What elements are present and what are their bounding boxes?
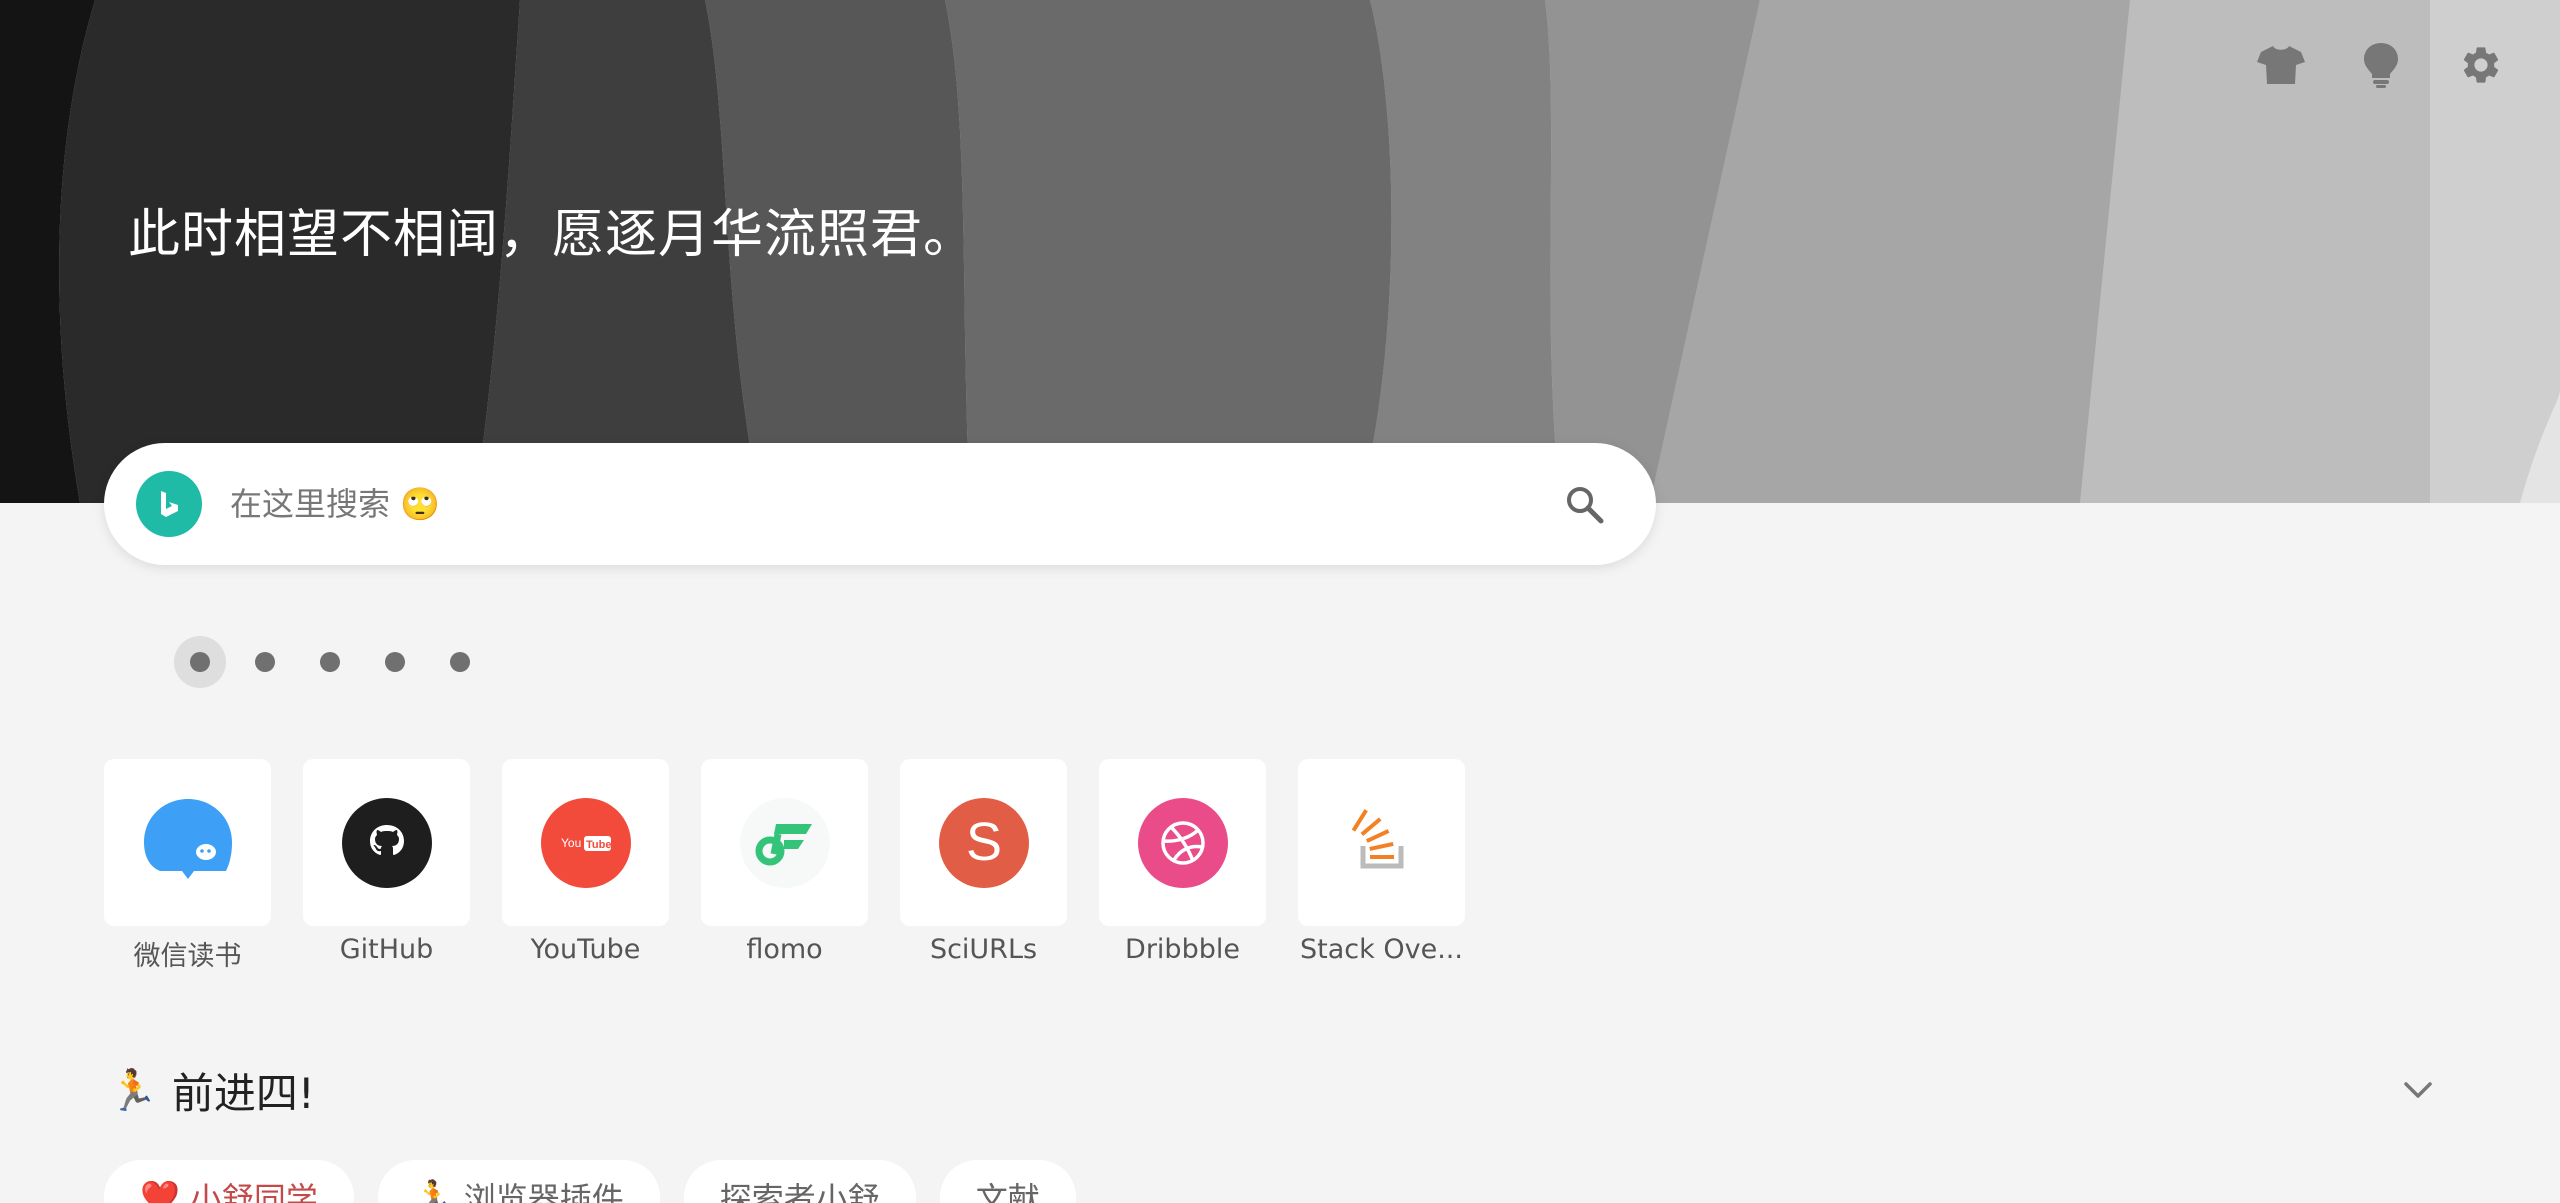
gear-icon[interactable] — [2454, 38, 2508, 92]
lightbulb-icon[interactable] — [2354, 38, 2408, 92]
heart-icon: ❤️ — [140, 1178, 180, 1203]
page-indicator — [174, 636, 486, 688]
banner-quote: 此时相望不相闻，愿逐月华流照君。 — [128, 205, 977, 265]
chip-label: 浏览器插件 — [463, 1180, 624, 1203]
running-emoji: 🏃 — [108, 1067, 158, 1114]
page-dot-2[interactable] — [239, 636, 291, 688]
svg-text:S: S — [965, 812, 1001, 872]
svg-text:Tube: Tube — [586, 839, 611, 851]
github-icon — [341, 797, 432, 888]
shortcut-github[interactable]: GitHub — [303, 759, 470, 973]
page-dot-1[interactable] — [174, 636, 226, 688]
page-dot-3[interactable] — [304, 636, 356, 688]
person-icon: 🏃 — [413, 1178, 454, 1203]
collection-chips: ❤️ 小舒同学 🏃 浏览器插件 探索者小舒 文献 — [104, 1160, 1076, 1203]
weread-icon — [143, 798, 232, 879]
search-bar — [104, 443, 1656, 565]
chip-literature[interactable]: 文献 — [939, 1160, 1076, 1203]
sciurls-icon: S — [938, 797, 1029, 888]
tile-label: SciURLs — [929, 934, 1038, 965]
tile-label: Dribbble — [1125, 934, 1240, 965]
new-tab-page: 此时相望不相闻，愿逐月华流照君。 在这里搜索 🙄 微信读书 GitHub You… — [0, 0, 2560, 1203]
bing-icon[interactable] — [136, 471, 202, 537]
shortcut-weread[interactable]: 微信读书 — [104, 759, 271, 973]
chip-browser-plugin[interactable]: 🏃 浏览器插件 — [377, 1160, 660, 1203]
chip-xiaoshu[interactable]: ❤️ 小舒同学 — [104, 1160, 354, 1203]
search-input[interactable] — [228, 484, 1554, 524]
tile-label: Stack Ove... — [1300, 934, 1463, 965]
page-dot-5[interactable] — [434, 636, 486, 688]
youtube-icon: You Tube — [540, 797, 631, 888]
section-header: 🏃 前进四! — [108, 1060, 2438, 1120]
shortcut-stackoverflow[interactable]: Stack Ove... — [1298, 759, 1465, 973]
shortcut-tiles: 微信读书 GitHub You Tube YouTube flomo S Sci… — [104, 759, 1465, 973]
chip-label: 探索者小舒 — [719, 1180, 880, 1203]
shortcut-sciurls[interactable]: S SciURLs — [900, 759, 1067, 973]
chip-explorer[interactable]: 探索者小舒 — [683, 1160, 916, 1203]
shirt-icon[interactable] — [2254, 38, 2308, 92]
tile-label: GitHub — [339, 934, 434, 965]
shortcut-youtube[interactable]: You Tube YouTube — [502, 759, 669, 973]
tile-label: flomo — [746, 934, 823, 965]
page-dot-4[interactable] — [369, 636, 421, 688]
dribbble-icon — [1137, 797, 1228, 888]
section-title: 前进四! — [171, 1068, 315, 1118]
flomo-icon — [739, 797, 830, 888]
top-actions — [2254, 38, 2508, 92]
chevron-down-icon[interactable] — [2398, 1070, 2438, 1110]
tile-label: 微信读书 — [133, 941, 242, 972]
shortcut-flomo[interactable]: flomo — [701, 759, 868, 973]
chip-label: 小舒同学 — [189, 1180, 318, 1203]
tile-label: YouTube — [530, 934, 641, 965]
chip-label: 文献 — [975, 1180, 1040, 1203]
stackoverflow-icon — [1351, 808, 1403, 868]
shortcut-dribbble[interactable]: Dribbble — [1099, 759, 1266, 973]
svg-text:You: You — [561, 836, 581, 850]
search-icon[interactable] — [1554, 474, 1614, 534]
